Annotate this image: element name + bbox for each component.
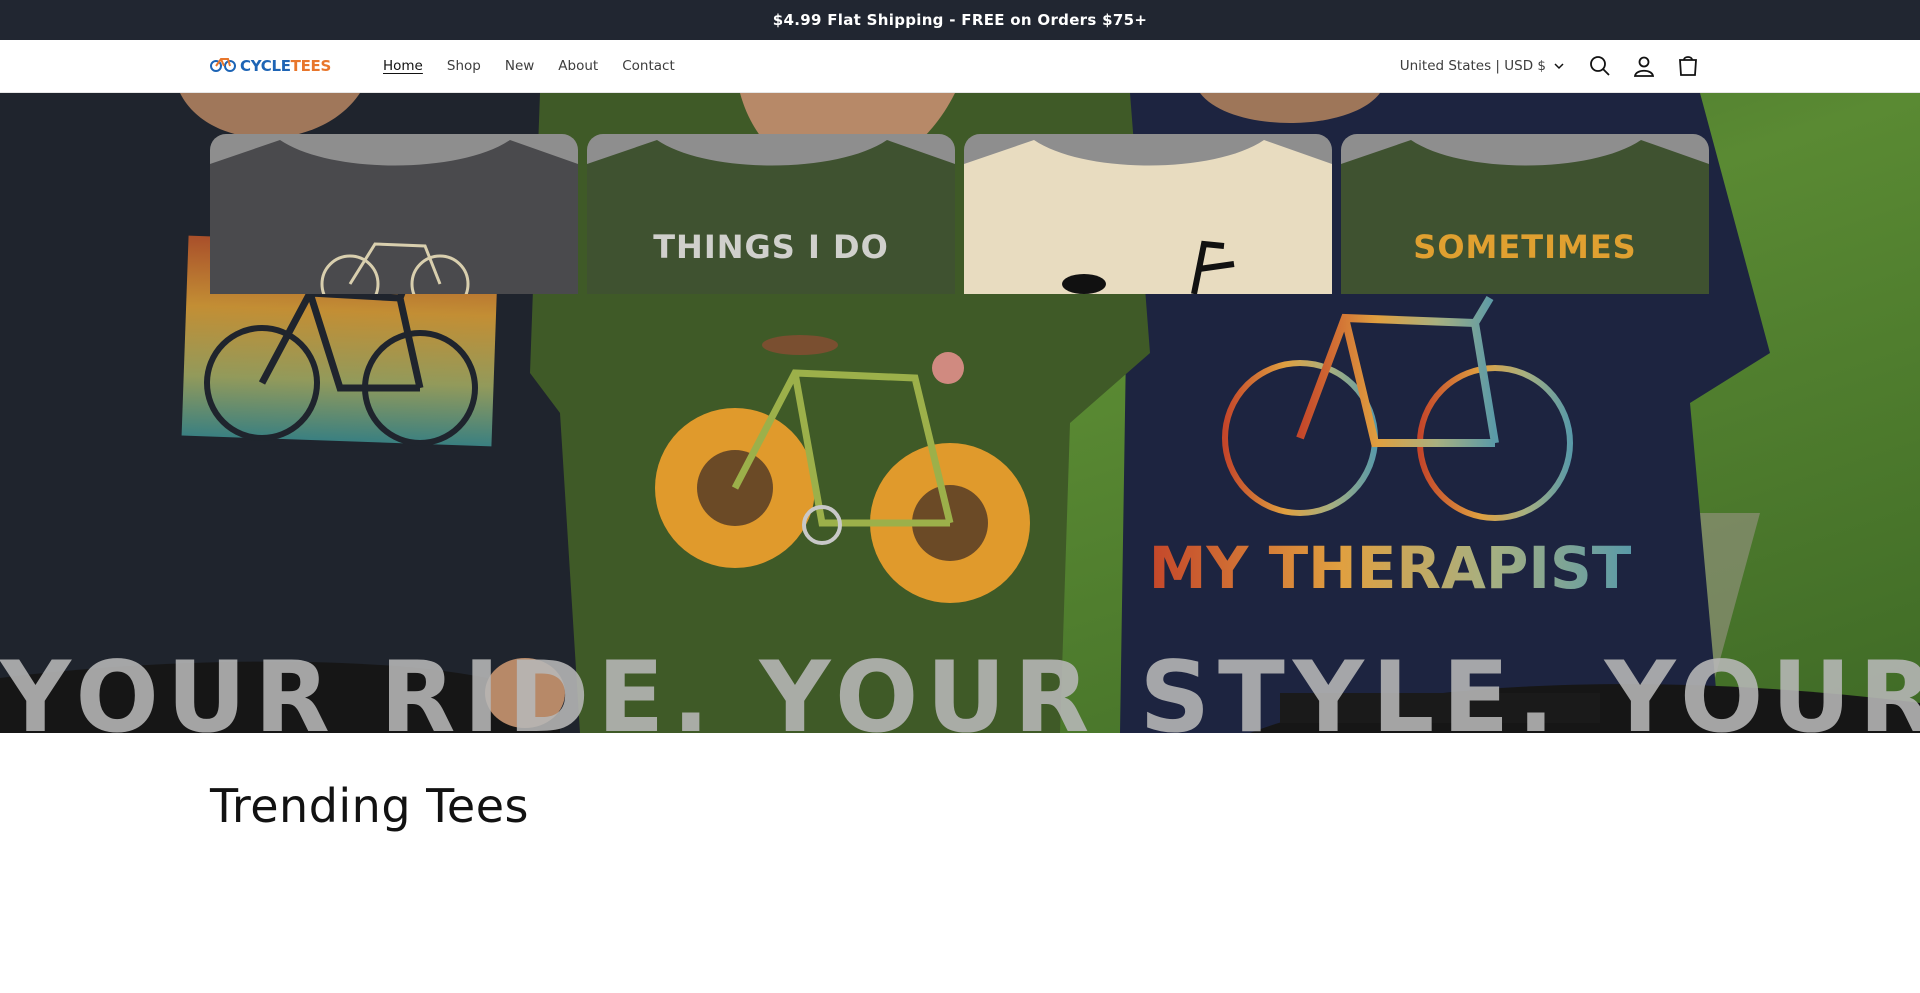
section-title: Trending Tees: [210, 779, 529, 833]
product-card[interactable]: THINGS I DO: [587, 134, 955, 294]
product-card[interactable]: [964, 134, 1332, 294]
product-card[interactable]: SOMETIMES: [1341, 134, 1709, 294]
product-image: [587, 140, 955, 294]
site-logo[interactable]: CYCLE TEES: [210, 55, 331, 77]
main-nav: Home Shop New About Contact: [371, 58, 687, 74]
product-image: [964, 140, 1332, 294]
account-icon[interactable]: [1622, 44, 1666, 88]
product-card[interactable]: [210, 134, 578, 294]
right-tee-print-text: MY THERAPIST: [1149, 534, 1632, 602]
hero-title: YOUR RIDE. YOUR STYLE. YOUR TEE.: [0, 641, 1920, 733]
product-print-text: THINGS I DO: [653, 228, 889, 266]
product-grid: THINGS I DO SOMETIMES: [210, 134, 1709, 294]
nav-about[interactable]: About: [546, 58, 610, 74]
cart-icon[interactable]: [1666, 44, 1710, 88]
country-selector[interactable]: United States | USD $: [1400, 58, 1564, 74]
trending-section: Trending Tees: [0, 733, 1920, 833]
product-image: [1341, 140, 1709, 294]
product-image: [210, 140, 578, 294]
nav-shop[interactable]: Shop: [435, 58, 493, 74]
country-selector-label: United States | USD $: [1399, 58, 1546, 74]
logo-text-tees: TEES: [290, 57, 332, 75]
logo-text-cycle: CYCLE: [240, 57, 291, 75]
nav-new[interactable]: New: [493, 58, 546, 74]
product-print-text: SOMETIMES: [1413, 228, 1637, 266]
bicycle-logo-icon: [210, 55, 236, 77]
announcement-text: $4.99 Flat Shipping - FREE on Orders $75…: [772, 11, 1148, 29]
chevron-down-icon: [1554, 58, 1564, 74]
nav-home[interactable]: Home: [371, 58, 435, 74]
announcement-bar: $4.99 Flat Shipping - FREE on Orders $75…: [0, 0, 1920, 40]
site-header: CYCLE TEES Home Shop New About Contact Un…: [0, 40, 1920, 93]
search-icon[interactable]: [1578, 44, 1622, 88]
nav-contact[interactable]: Contact: [610, 58, 687, 74]
